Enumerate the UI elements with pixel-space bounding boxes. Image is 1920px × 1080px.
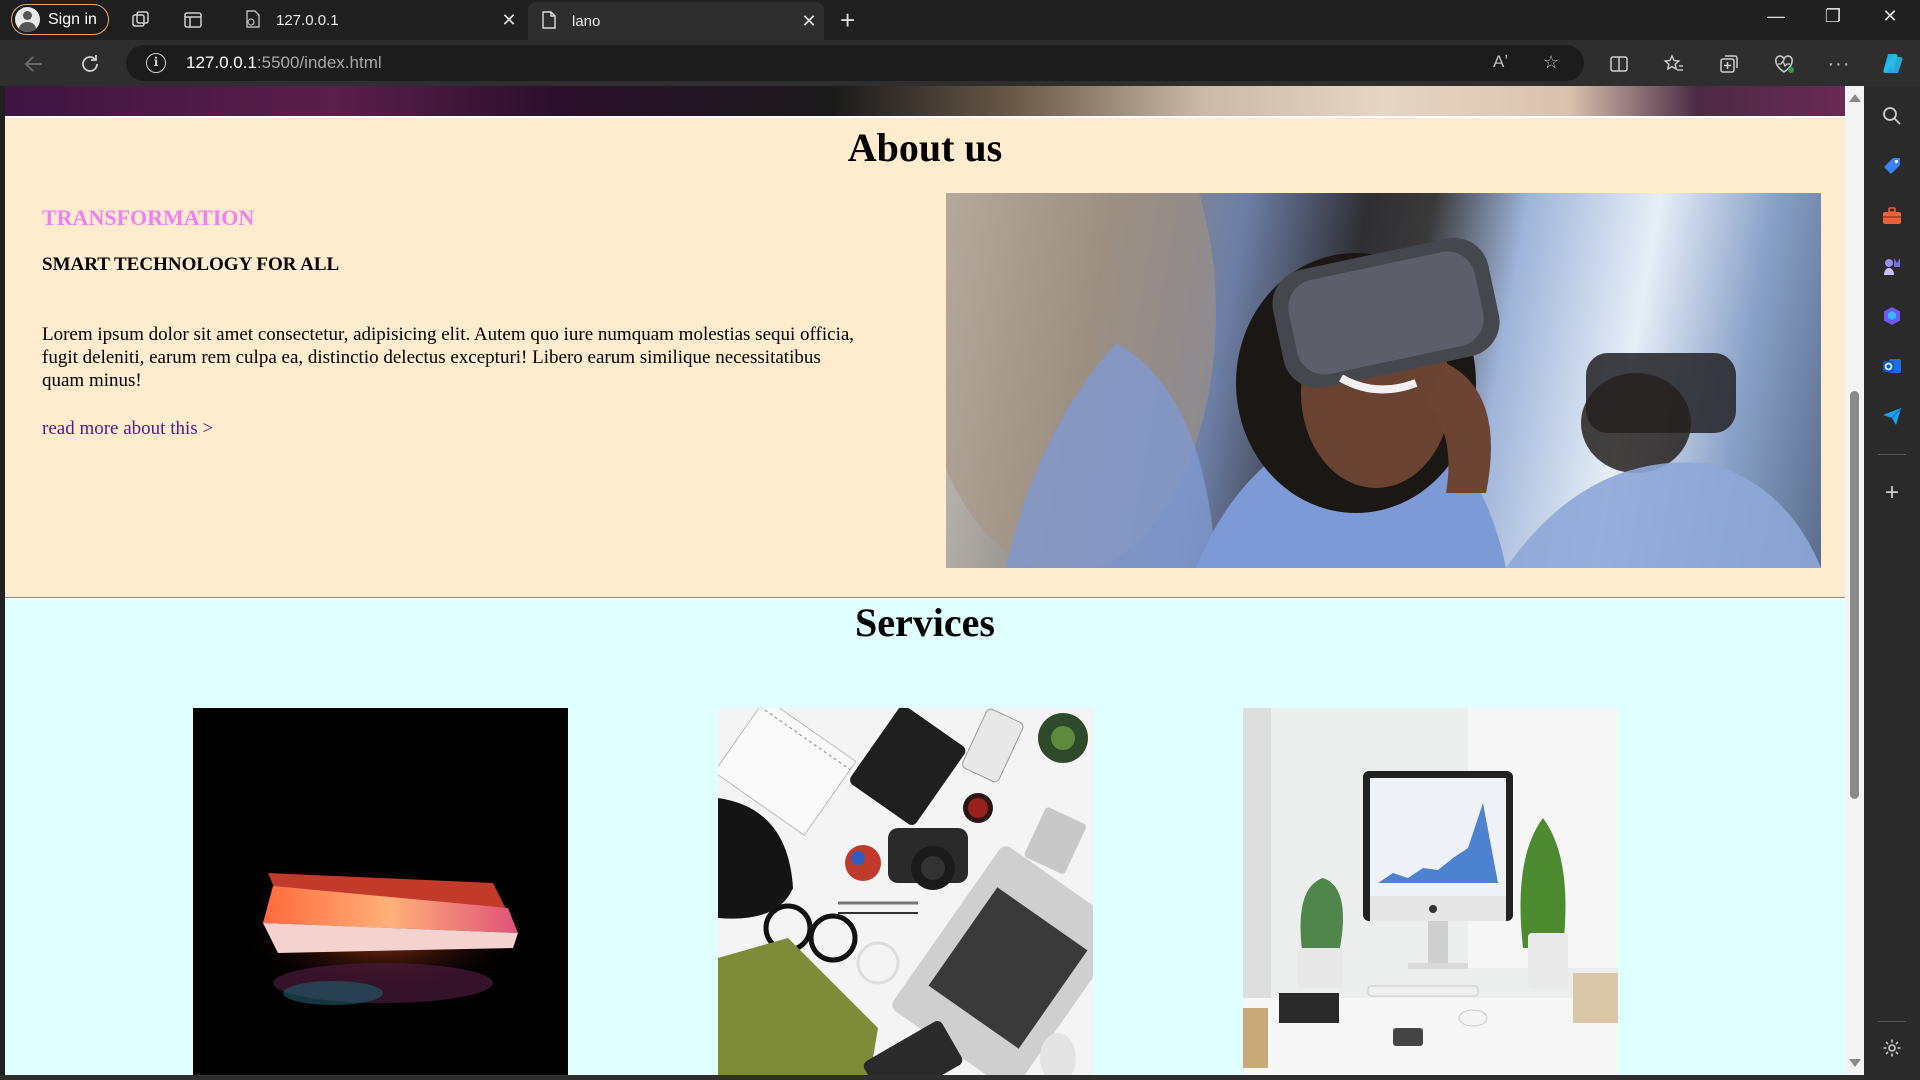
- minimize-icon[interactable]: —: [1756, 6, 1796, 27]
- games-icon[interactable]: [1880, 254, 1904, 278]
- copilot-icon[interactable]: [1880, 51, 1906, 77]
- scrollbar-thumb[interactable]: [1850, 391, 1859, 799]
- collections-icon[interactable]: [1716, 51, 1742, 77]
- add-sidebar-app-icon[interactable]: +: [1880, 479, 1904, 506]
- page-file-icon: [244, 10, 262, 30]
- tab-actions-icon[interactable]: [181, 8, 205, 32]
- read-aloud-icon[interactable]: Aʼ: [1493, 52, 1508, 72]
- about-body-text: Lorem ipsum dolor sit amet consectetur, …: [42, 324, 855, 391]
- sign-in-label: Sign in: [48, 10, 97, 28]
- imac-desk-photo: [1243, 708, 1618, 1075]
- sign-in-button[interactable]: Sign in: [11, 4, 109, 35]
- hero-image-bottom-edge: [5, 86, 1845, 116]
- refresh-icon[interactable]: [77, 51, 103, 77]
- page-viewport: About us TRANSFORMATION SMART TECHNOLOGY…: [5, 86, 1845, 1075]
- tab-lano[interactable]: lano ✕: [528, 2, 824, 40]
- sidebar-divider: [1878, 1021, 1906, 1022]
- read-more-link[interactable]: read more about this >: [42, 418, 213, 440]
- scroll-down-arrow-icon[interactable]: [1849, 1059, 1861, 1067]
- page-file-icon: [540, 11, 558, 31]
- favorites-icon[interactable]: [1661, 51, 1687, 77]
- shopping-tag-icon[interactable]: [1880, 154, 1904, 178]
- close-window-icon[interactable]: ✕: [1870, 6, 1910, 27]
- scroll-up-arrow-icon[interactable]: [1849, 94, 1861, 102]
- outlook-icon[interactable]: [1880, 354, 1904, 378]
- copilot-sidebar-icon[interactable]: [1880, 304, 1904, 328]
- favorite-star-icon[interactable]: ☆: [1543, 52, 1559, 73]
- site-info-icon[interactable]: i: [146, 53, 166, 73]
- sidebar-settings-gear-icon[interactable]: [1880, 1036, 1904, 1060]
- more-options-icon[interactable]: ···: [1826, 51, 1852, 77]
- services-heading: Services: [855, 600, 995, 645]
- tab-title: lano: [572, 12, 601, 30]
- address-bar[interactable]: i 127.0.0.1:5500/index.html Aʼ ☆: [126, 45, 1584, 81]
- about-subheading: SMART TECHNOLOGY FOR ALL: [42, 254, 340, 275]
- tab-title: 127.0.0.1: [276, 11, 339, 29]
- browser-essentials-icon[interactable]: [1771, 51, 1797, 77]
- url-host: 127.0.0.1: [186, 53, 257, 72]
- about-heading: About us: [847, 125, 1003, 170]
- search-icon[interactable]: [1880, 104, 1904, 128]
- sidebar-divider: [1878, 454, 1906, 455]
- about-kicker: TRANSFORMATION: [42, 205, 255, 230]
- close-tab-icon[interactable]: ✕: [794, 11, 824, 32]
- desk-flatlay-photo: [718, 708, 1093, 1075]
- vr-headset-photo: [946, 193, 1821, 568]
- url-path: :5500/index.html: [256, 53, 382, 72]
- url-text[interactable]: 127.0.0.1:5500/index.html: [186, 53, 382, 73]
- edge-sidebar: +: [1864, 86, 1920, 1080]
- laptop-dark-photo: [193, 708, 568, 1075]
- send-icon[interactable]: [1880, 404, 1904, 428]
- window-bottom-edge: [0, 1075, 1864, 1080]
- workspaces-icon[interactable]: [129, 8, 153, 32]
- new-tab-icon[interactable]: +: [840, 5, 855, 36]
- profile-avatar-icon: [15, 7, 40, 32]
- tab-strip: Sign in 127.0.0.1 ✕ lano ✕ + — ❐ ✕: [0, 0, 1920, 40]
- tab-127-0-0-1[interactable]: 127.0.0.1 ✕: [232, 0, 524, 40]
- page-scrollbar[interactable]: [1845, 86, 1864, 1075]
- back-arrow-icon[interactable]: [21, 51, 47, 77]
- navigation-bar: i 127.0.0.1:5500/index.html Aʼ ☆ ···: [0, 40, 1920, 86]
- about-section: About us TRANSFORMATION SMART TECHNOLOGY…: [5, 118, 1845, 598]
- restore-icon[interactable]: ❐: [1813, 6, 1853, 27]
- split-screen-icon[interactable]: [1606, 51, 1632, 77]
- services-section: Services: [5, 599, 1845, 1075]
- tools-briefcase-icon[interactable]: [1880, 204, 1904, 228]
- close-tab-icon[interactable]: ✕: [494, 10, 524, 31]
